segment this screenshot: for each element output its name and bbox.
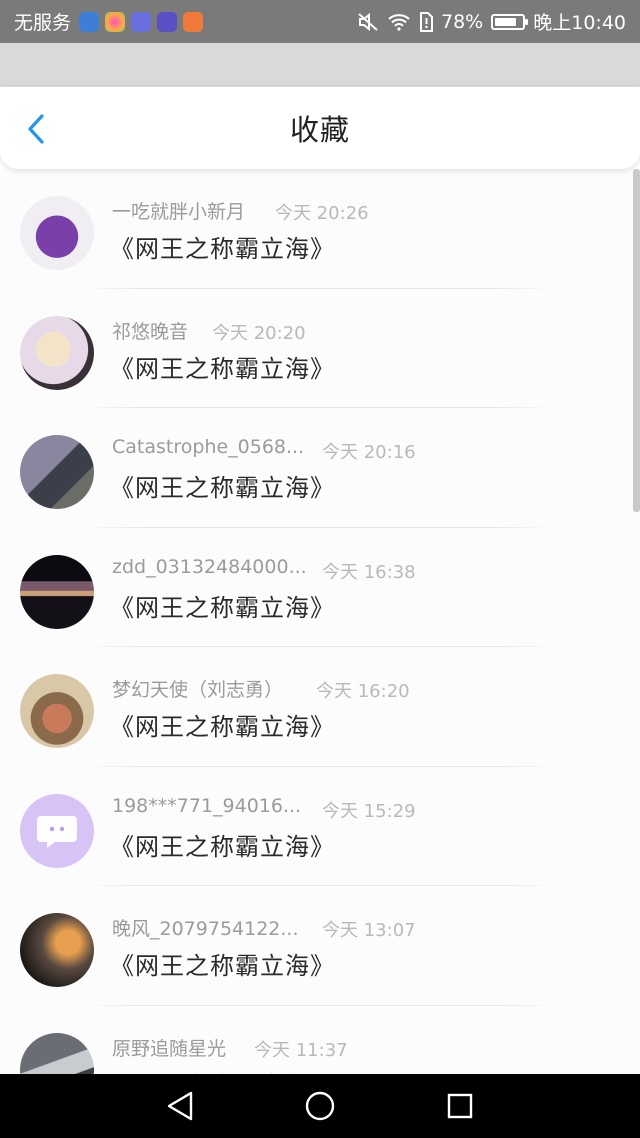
avatar[interactable] (20, 674, 94, 748)
item-time: 今天 16:20 (316, 681, 410, 702)
avatar[interactable] (20, 1032, 94, 1074)
back-triangle-icon (167, 1091, 193, 1121)
item-time: 今天 20:26 (275, 203, 369, 224)
clock: 晚上10:40 (533, 12, 626, 34)
item-title[interactable]: 《网王之称霸立海》 (110, 1066, 335, 1075)
item-time: 今天 11:37 (254, 1039, 348, 1061)
item-username[interactable]: 198***771_94016... (112, 795, 301, 817)
title-bar: 收藏 (0, 87, 640, 169)
battery-percent: 78% (441, 10, 484, 33)
chat-bubble-icon (37, 815, 77, 848)
avatar[interactable] (20, 435, 94, 509)
item-time: 今天 20:20 (212, 322, 306, 344)
list-item[interactable]: 晚风_2079754122... 今天 13:07 《网王之称霸立海》 (0, 886, 640, 1006)
item-username[interactable]: 晚风_2079754122... (112, 914, 299, 941)
video-icon (183, 11, 204, 32)
recents-square-icon (447, 1093, 473, 1119)
header-band (0, 43, 640, 87)
nav-recents-button[interactable] (440, 1086, 480, 1126)
item-title[interactable]: 《网王之称霸立海》 (110, 588, 335, 623)
home-circle-icon (305, 1091, 335, 1121)
wifi-icon (387, 13, 411, 31)
item-title[interactable]: 《网王之称霸立海》 (110, 946, 335, 981)
browser-icon (157, 11, 178, 32)
item-time: 今天 20:16 (322, 442, 416, 463)
photos-icon (105, 11, 126, 32)
nav-back-button[interactable] (160, 1086, 200, 1126)
list-item[interactable]: 一吃就胖小新月 今天 20:26 《网王之称霸立海》 (0, 169, 640, 289)
list-item[interactable]: 198***771_94016... 今天 15:29 《网王之称霸立海》 (0, 767, 640, 886)
avatar[interactable] (20, 793, 94, 868)
list-item[interactable]: 祁悠晚音 今天 20:20 《网王之称霸立海》 (0, 289, 640, 408)
item-title[interactable]: 《网王之称霸立海》 (110, 229, 335, 264)
battery-icon (491, 13, 529, 30)
item-title[interactable]: 《网王之称霸立海》 (110, 707, 335, 742)
item-time: 今天 15:29 (322, 800, 416, 822)
back-button[interactable] (20, 111, 52, 147)
music-icon (131, 11, 152, 32)
item-time: 今天 16:38 (322, 561, 416, 583)
status-bar: 无服务 78% 晚上10:40 (0, 0, 640, 43)
list-item[interactable]: 原野追随星光 今天 11:37 《网王之称霸立海》 (0, 1006, 640, 1075)
avatar[interactable] (20, 315, 94, 390)
list-item[interactable]: zdd_03132484000... 今天 16:38 《网王之称霸立海》 (0, 528, 640, 647)
item-title[interactable]: 《网王之称霸立海》 (110, 468, 335, 503)
item-username[interactable]: zdd_03132484000... (112, 556, 307, 578)
carrier-label: 无服务 (14, 12, 72, 34)
item-username[interactable]: 梦幻天使（刘志勇） (112, 675, 283, 702)
item-username[interactable]: 一吃就胖小新月 (112, 197, 245, 224)
nav-home-button[interactable] (300, 1086, 340, 1126)
list-item[interactable]: Catastrophe_0568... 今天 20:16 《网王之称霸立海》 (0, 408, 640, 528)
avatar[interactable] (20, 554, 94, 629)
system-navigation-bar (0, 1074, 640, 1138)
item-username[interactable]: 原野追随星光 (112, 1034, 226, 1061)
item-title[interactable]: 《网王之称霸立海》 (110, 349, 335, 384)
page-title: 收藏 (289, 113, 350, 147)
list-item[interactable]: 梦幻天使（刘志勇） 今天 16:20 《网王之称霸立海》 (0, 647, 640, 767)
mute-icon (357, 12, 379, 32)
item-username[interactable]: 祁悠晚音 (112, 317, 188, 344)
sim-alert-icon (419, 11, 433, 32)
favorites-list[interactable]: 一吃就胖小新月 今天 20:26 《网王之称霸立海》 祁悠晚音 今天 20:20… (0, 169, 640, 1074)
item-time: 今天 13:07 (322, 920, 416, 941)
chevron-left-icon (28, 114, 44, 144)
shield-icon (79, 11, 100, 32)
avatar[interactable] (20, 196, 94, 270)
item-username[interactable]: Catastrophe_0568... (112, 436, 304, 458)
avatar[interactable] (20, 913, 94, 987)
item-title[interactable]: 《网王之称霸立海》 (110, 827, 335, 862)
